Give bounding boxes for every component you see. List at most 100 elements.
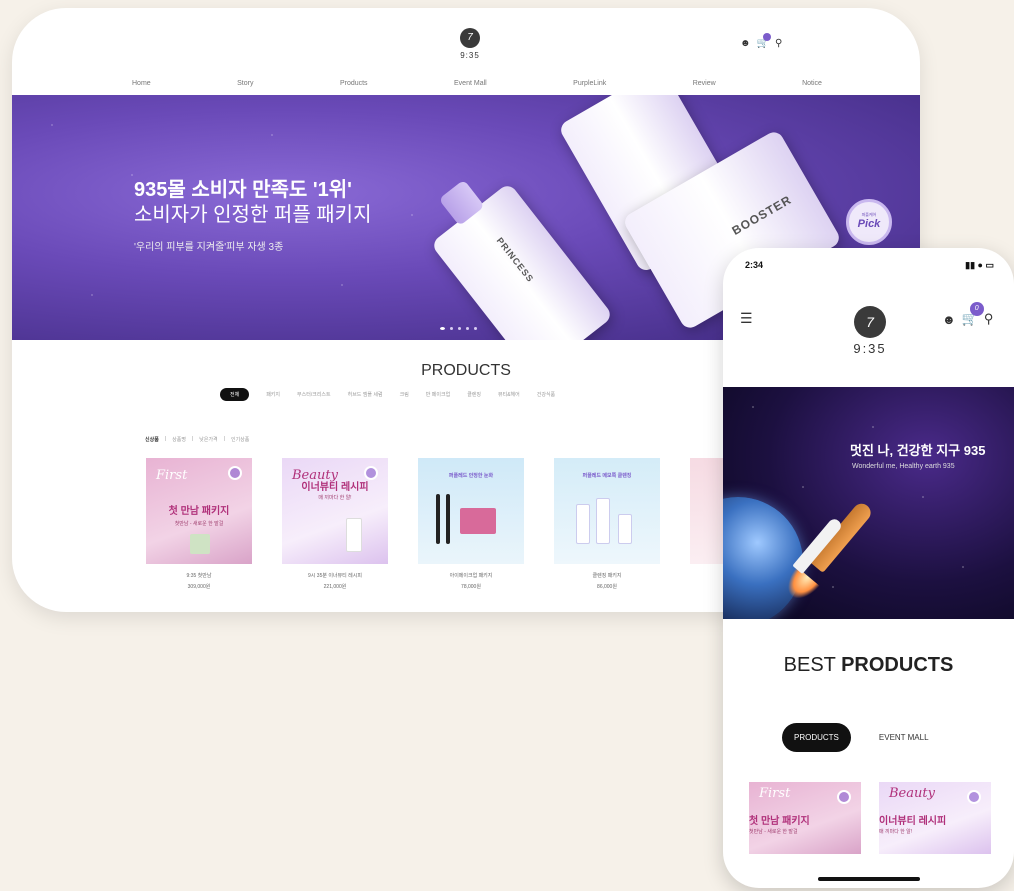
thumb-product-image [460, 508, 496, 534]
user-icon[interactable]: ☻ [740, 38, 751, 49]
hero-subheadline: 소비자가 인정한 퍼플 패키지 [134, 204, 372, 226]
home-indicator[interactable] [818, 877, 920, 881]
logo-mark: 7 [854, 306, 886, 338]
cart-badge: 0 [969, 302, 984, 316]
cart-icon[interactable]: 🛒 0 [962, 302, 984, 327]
search-icon[interactable]: ⚲ [984, 311, 994, 327]
sort-options: 신상품 | 상품명 | 낮은가격 | 인기상품 [145, 436, 249, 443]
product-price: 221,000원 [323, 584, 347, 590]
sort-item[interactable]: 신상품 [145, 436, 159, 443]
thumb-script: First [156, 468, 188, 483]
product-name[interactable]: 9시 35분 이너뷰티 레시피 [282, 572, 388, 579]
header-icons: ☻ 🛒 0 ⚲ [942, 302, 994, 327]
mobile-product-grid: First 첫 만남 패키지 첫만남 - 새로운 한 발걸 Beauty 이너뷰… [749, 782, 991, 854]
hero-dot[interactable] [440, 327, 445, 330]
tab-products[interactable]: PRODUCTS [782, 723, 851, 752]
filter-item[interactable]: 반 페이크업 [426, 391, 450, 398]
header-icons: ☻ 🛒 ⚲ [740, 33, 782, 49]
hero-dot[interactable] [474, 327, 477, 330]
hero-subheadline: Wonderful me, Healthy earth 935 [852, 463, 955, 470]
sort-divider: | [164, 436, 167, 442]
status-indicators-icon: ▮▮ ● ▭ [965, 260, 994, 270]
tab-event-mall[interactable]: EVENT MALL [879, 733, 929, 742]
logo-text: 9:35 [460, 51, 480, 60]
hero-banner[interactable]: 멋진 나, 건강한 지구 935 Wonderful me, Healthy e… [723, 387, 1014, 619]
thumb-badge-icon [967, 790, 981, 804]
thumb-title: 이너뷰티 레시피 [879, 816, 947, 827]
filter-item[interactable]: 허브드 엠플 세럼 [348, 391, 383, 398]
thumb-product-image [576, 504, 590, 544]
hero-headline: 멋진 나, 건강한 지구 935 [850, 443, 986, 458]
site-logo[interactable]: 7 9:35 [459, 28, 481, 60]
thumb-badge-icon [837, 790, 851, 804]
status-time: 2:34 [745, 260, 764, 270]
product-thumbnail[interactable]: Beauty 이너뷰티 레시피 매 끼마다 한 알! [879, 782, 991, 854]
product-grid: First 첫 만남 패키지 첫만남 - 새로운 한 발걸 9:35 첫만남 3… [146, 458, 796, 590]
cart-icon[interactable]: 🛒 [757, 33, 771, 49]
best-bold: PRODUCTS [841, 654, 954, 676]
product-name[interactable]: 클렌징 패키지 [554, 572, 660, 579]
thumb-title: 퍼플레드 메모쪽 클렌징 [582, 473, 632, 479]
best-light: BEST [783, 654, 836, 676]
product-price: 86,000원 [597, 584, 617, 590]
product-thumbnail[interactable]: Beauty 이너뷰티 레시피 매 끼마다 한 알! [282, 458, 388, 564]
hero-dot[interactable] [450, 327, 453, 330]
thumb-sub: 첫만남 - 새로운 한 발걸 [174, 521, 224, 527]
filter-all[interactable]: 전체 [220, 388, 250, 401]
hero-dot[interactable] [466, 327, 469, 330]
hero-pagination[interactable] [440, 327, 477, 330]
product-name[interactable]: 9:35 첫만남 [146, 572, 252, 579]
hamburger-menu-icon[interactable]: ☰ [740, 310, 753, 327]
thumb-title: 첫 만남 패키지 [168, 506, 230, 517]
cart-badge [762, 33, 771, 41]
filter-item[interactable]: 크림 [400, 391, 409, 398]
nav-event-mall[interactable]: Event Mall [454, 80, 487, 87]
thumb-product-image [436, 494, 440, 544]
product-thumbnail[interactable]: First 첫 만남 패키지 첫만남 - 새로운 한 발걸 [749, 782, 861, 854]
thumb-script: First [759, 786, 791, 801]
nav-notice[interactable]: Notice [802, 80, 822, 87]
best-products-title: BEST PRODUCTS [723, 654, 1014, 677]
search-icon[interactable]: ⚲ [775, 38, 782, 49]
filter-item[interactable]: 패키지 [266, 391, 280, 398]
pick-badge: 퍼플케어 Pick [846, 199, 892, 245]
logo-mark: 7 [460, 28, 480, 48]
thumb-product-image [446, 494, 450, 544]
product-thumbnail[interactable]: First 첫 만남 패키지 첫만남 - 새로운 한 발걸 [146, 458, 252, 564]
thumb-title: 첫 만남 패키지 [749, 816, 810, 827]
best-tabs: PRODUCTS EVENT MALL [782, 723, 929, 752]
hero-caption: '우리의 피부를 지켜줄'피부 자생 3종 [134, 242, 284, 253]
thumb-product-image [596, 498, 610, 544]
sort-divider: | [223, 436, 225, 442]
product-card[interactable]: 퍼플레드 메모쪽 클렌징 클렌징 패키지 86,000원 [554, 458, 660, 590]
bottle-label: PRINCESS [494, 235, 536, 285]
sort-divider: | [191, 436, 194, 442]
filter-item[interactable]: 건강식품 [537, 391, 555, 398]
product-thumbnail[interactable]: 퍼플레드 메모쪽 클렌징 [554, 458, 660, 564]
pick-badge-label: Pick [857, 218, 881, 230]
filter-item[interactable]: 부스터/크리스트 [297, 391, 331, 398]
nav-purplelink[interactable]: PurpleLink [573, 80, 606, 87]
product-thumbnail[interactable]: 퍼플레드 안정한 눈화 [418, 458, 524, 564]
nav-products[interactable]: Products [340, 80, 368, 87]
user-icon[interactable]: ☻ [942, 312, 956, 327]
product-card[interactable]: 퍼플레드 안정한 눈화 아이메이크업 패키지 78,000원 [418, 458, 524, 590]
thumb-title: 이너뷰티 레시피 [301, 482, 369, 493]
category-filters: 전체 패키지 부스터/크리스트 허브드 엠플 세럼 크림 반 페이크업 클렌징 … [220, 388, 555, 401]
product-price: 78,000원 [461, 584, 481, 590]
filter-item[interactable]: 뷰티&헤어 [498, 391, 520, 398]
nav-review[interactable]: Review [693, 80, 716, 87]
product-card[interactable]: First 첫 만남 패키지 첫만남 - 새로운 한 발걸 9:35 첫만남 3… [146, 458, 252, 590]
product-name[interactable]: 아이메이크업 패키지 [418, 572, 524, 579]
nav-story[interactable]: Story [237, 80, 253, 87]
site-logo[interactable]: 7 9:35 [850, 306, 890, 356]
hero-dot[interactable] [458, 327, 461, 330]
status-bar: 2:34 ▮▮ ● ▭ [745, 260, 994, 271]
sort-item[interactable]: 상품명 [172, 436, 186, 443]
thumb-script: Beauty [889, 786, 935, 801]
product-card[interactable]: Beauty 이너뷰티 레시피 매 끼마다 한 알! 9시 35분 이너뷰티 레… [282, 458, 388, 590]
nav-home[interactable]: Home [132, 80, 151, 87]
sort-item[interactable]: 인기상품 [231, 436, 249, 443]
filter-item[interactable]: 클렌징 [467, 391, 481, 398]
sort-item[interactable]: 낮은가격 [199, 436, 217, 443]
